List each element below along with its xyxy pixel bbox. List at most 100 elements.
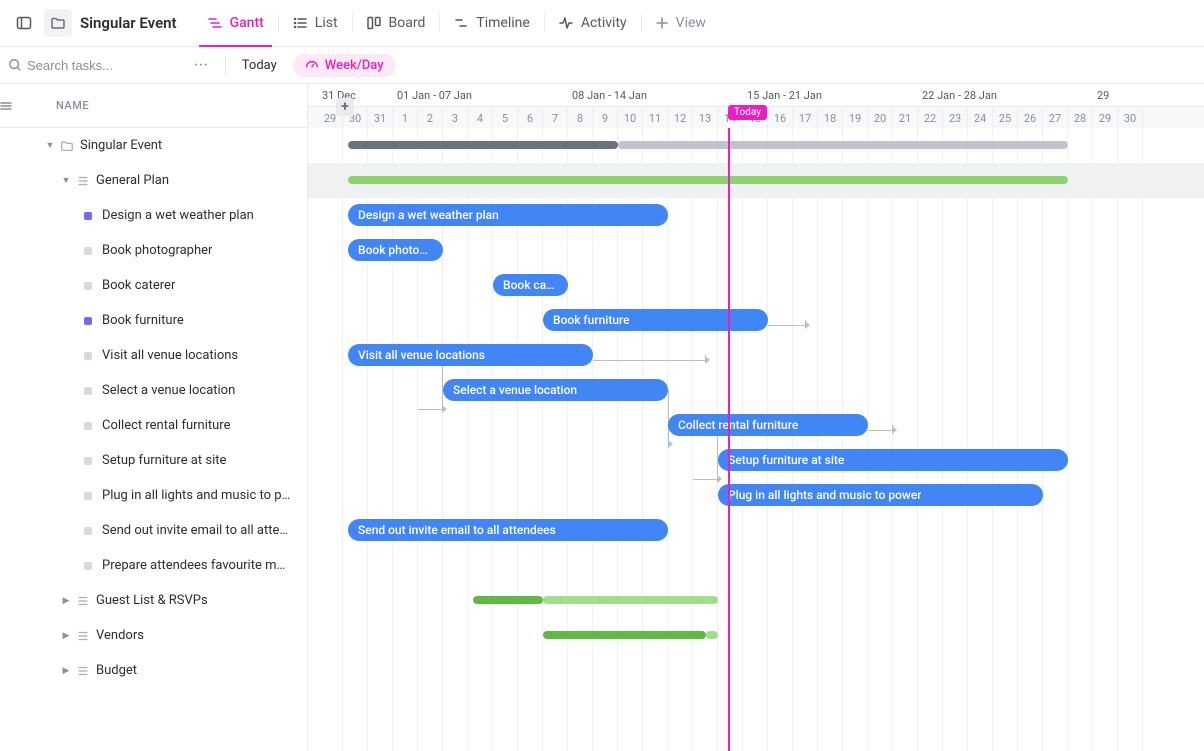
gantt-bar-label: Send out invite email to all attendees bbox=[358, 523, 556, 537]
sub-toolbar: ··· Today Week/Day bbox=[0, 47, 1204, 84]
zoom-icon bbox=[305, 58, 319, 72]
separator bbox=[225, 55, 226, 75]
tab-add-view[interactable]: View bbox=[641, 0, 720, 46]
day-label: 4 bbox=[468, 107, 493, 129]
summary-bar-general[interactable] bbox=[348, 176, 1068, 184]
tab-activity[interactable]: Activity bbox=[544, 0, 641, 46]
week-label: 01 Jan - 07 Jan bbox=[393, 84, 472, 106]
search-input[interactable] bbox=[27, 58, 167, 73]
caret-down-icon[interactable]: ▼ bbox=[44, 140, 56, 151]
day-label: 30 bbox=[1118, 107, 1143, 129]
task-label: Plug in all lights and music to power bbox=[102, 488, 292, 503]
gantt-body[interactable]: Design a wet weather plan Book photograp.… bbox=[308, 128, 1204, 751]
day-label: 21 bbox=[893, 107, 918, 129]
day-label: 23 bbox=[943, 107, 968, 129]
tree-group-vendors[interactable]: ▶ Vendors bbox=[0, 618, 307, 653]
list-icon bbox=[76, 629, 90, 643]
gantt-row bbox=[308, 583, 1204, 618]
search-wrap bbox=[8, 58, 178, 73]
folder-icon[interactable] bbox=[44, 9, 72, 37]
zoom-selector[interactable]: Week/Day bbox=[293, 54, 396, 77]
day-label: 1 bbox=[393, 107, 418, 129]
week-label: 15 Jan - 21 Jan bbox=[743, 84, 822, 106]
gantt-panel: + 31 Dec01 Jan - 07 Jan08 Jan - 14 Jan15… bbox=[308, 84, 1204, 751]
task-label: Book furniture bbox=[102, 313, 184, 328]
gantt-bar[interactable]: Book furniture bbox=[543, 309, 768, 331]
gantt-bar[interactable]: Send out invite email to all attendees bbox=[348, 519, 668, 541]
dependency-connector bbox=[868, 425, 893, 431]
main-content: NAME ▼ Singular Event ▼ General Plan Des… bbox=[0, 84, 1204, 751]
tree-task-item[interactable]: Prepare attendees favourite music playli… bbox=[0, 548, 307, 583]
status-square bbox=[84, 457, 92, 465]
status-square bbox=[84, 212, 92, 220]
collapse-all-icon[interactable] bbox=[0, 100, 28, 112]
day-label: 24 bbox=[968, 107, 993, 129]
tree-group-budget[interactable]: ▶ Budget bbox=[0, 653, 307, 688]
tab-gantt[interactable]: Gantt bbox=[193, 0, 278, 46]
add-column-button[interactable]: + bbox=[336, 98, 354, 116]
tree-group-guest[interactable]: ▶ Guest List & RSVPs bbox=[0, 583, 307, 618]
status-square bbox=[84, 282, 92, 290]
tree-task-item[interactable]: Plug in all lights and music to power bbox=[0, 478, 307, 513]
project-title[interactable]: Singular Event bbox=[78, 14, 187, 32]
tab-timeline[interactable]: Timeline bbox=[439, 0, 543, 46]
day-label: 29 bbox=[1093, 107, 1118, 129]
tree-task-item[interactable]: Design a wet weather plan bbox=[0, 198, 307, 233]
gantt-row: Collect rental furniture bbox=[308, 408, 1204, 443]
today-marker bbox=[728, 128, 730, 751]
gantt-row: Design a wet weather plan bbox=[308, 198, 1204, 233]
tree-task-item[interactable]: Send out invite email to all attendees bbox=[0, 513, 307, 548]
gantt-bar[interactable]: Setup furniture at site bbox=[718, 449, 1068, 471]
task-label: Select a venue location bbox=[102, 383, 235, 398]
tree-task-item[interactable]: Visit all venue locations bbox=[0, 338, 307, 373]
gantt-row bbox=[308, 688, 1204, 723]
tree-task-item[interactable]: Setup furniture at site bbox=[0, 443, 307, 478]
today-button[interactable]: Today bbox=[236, 58, 283, 73]
day-label: 8 bbox=[568, 107, 593, 129]
gantt-bar[interactable]: Visit all venue locations bbox=[348, 344, 593, 366]
task-label: Book caterer bbox=[102, 278, 175, 293]
gantt-row: Book furniture bbox=[308, 303, 1204, 338]
gantt-row: Book caterer bbox=[308, 268, 1204, 303]
tree-task-item[interactable]: Book furniture bbox=[0, 303, 307, 338]
gantt-row: Book photograp... bbox=[308, 233, 1204, 268]
zoom-label: Week/Day bbox=[325, 58, 384, 73]
caret-right-icon[interactable]: ▶ bbox=[60, 596, 72, 606]
gantt-bar[interactable]: Select a venue location bbox=[443, 379, 668, 401]
tree-task-item[interactable]: Select a venue location bbox=[0, 373, 307, 408]
task-label: Setup furniture at site bbox=[102, 453, 226, 468]
gantt-bar[interactable]: Book caterer bbox=[493, 274, 568, 296]
day-label: 13 bbox=[693, 107, 718, 129]
caret-right-icon[interactable]: ▶ bbox=[60, 666, 72, 676]
tab-board[interactable]: Board bbox=[352, 0, 440, 46]
tree-root[interactable]: ▼ Singular Event bbox=[0, 128, 307, 163]
day-label: 11 bbox=[643, 107, 668, 129]
tab-list[interactable]: List bbox=[278, 0, 352, 46]
day-label: 31 bbox=[368, 107, 393, 129]
tree-task-item[interactable]: Collect rental furniture bbox=[0, 408, 307, 443]
dependency-connector bbox=[593, 355, 706, 361]
more-options-button[interactable]: ··· bbox=[188, 58, 215, 73]
tree-task-item[interactable]: Book photographer bbox=[0, 233, 307, 268]
caret-right-icon[interactable]: ▶ bbox=[60, 631, 72, 641]
summary-bar-guest[interactable] bbox=[473, 596, 718, 604]
gantt-bar[interactable]: Collect rental furniture bbox=[668, 414, 868, 436]
gantt-row bbox=[308, 618, 1204, 653]
tab-list-label: List bbox=[315, 15, 338, 31]
tree-task-item[interactable]: Book caterer bbox=[0, 268, 307, 303]
day-label: 25 bbox=[993, 107, 1018, 129]
day-label: 10 bbox=[618, 107, 643, 129]
gantt-bar[interactable]: Book photograp... bbox=[348, 239, 443, 261]
gantt-bar[interactable]: Design a wet weather plan bbox=[348, 204, 668, 226]
summary-bar-vendors[interactable] bbox=[543, 631, 718, 639]
tree-group-general[interactable]: ▼ General Plan bbox=[0, 163, 307, 198]
day-label: 22 bbox=[918, 107, 943, 129]
day-label: 6 bbox=[518, 107, 543, 129]
sidebar-toggle-icon[interactable] bbox=[10, 9, 38, 37]
day-label: 17 bbox=[793, 107, 818, 129]
gantt-bar-label: Plug in all lights and music to power bbox=[728, 488, 921, 502]
day-label: 3 bbox=[443, 107, 468, 129]
gantt-bar[interactable]: Plug in all lights and music to power bbox=[718, 484, 1043, 506]
caret-down-icon[interactable]: ▼ bbox=[60, 175, 72, 186]
summary-bar-root[interactable] bbox=[348, 141, 1068, 149]
